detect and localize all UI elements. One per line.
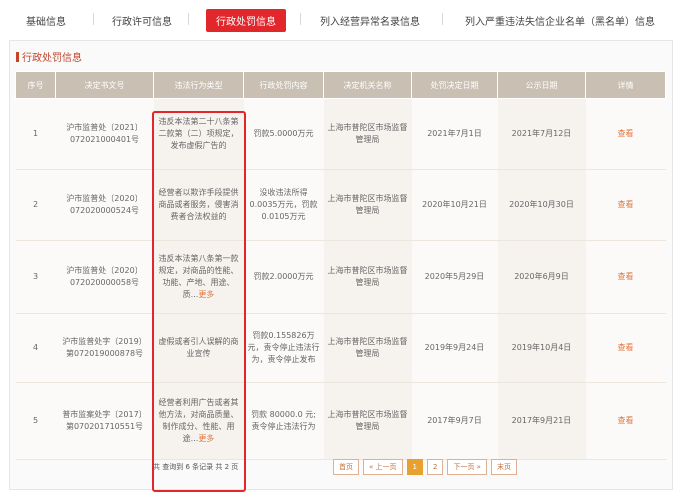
cell-detail: 查看 [585, 98, 666, 170]
cell-authority: 上海市普陀区市场监督管理局 [323, 313, 412, 383]
detail-link[interactable]: 查看 [618, 416, 634, 425]
cell-detail: 查看 [585, 313, 666, 383]
header-detail: 详情 [585, 71, 666, 99]
last-page-button[interactable]: 末页 [490, 459, 517, 475]
header-doc-number: 决定书文号 [55, 71, 154, 99]
header-violation-type: 违法行为类型 [153, 71, 244, 99]
next-page-button[interactable]: 下一页 » [447, 459, 487, 475]
table-row: 3 沪市监普处〔2020〕072020000058号 违反本法第八条第一款规定，… [15, 240, 666, 314]
cell-decision-date: 2019年9月24日 [411, 313, 498, 383]
tab-license-info[interactable]: 行政许可信息 [112, 13, 172, 28]
penalty-panel: 行政处罚信息 序号 决定书文号 违法行为类型 行政处罚内容 决定机关名称 处罚决… [9, 40, 673, 492]
cell-doc-number: 沪市监普处〔2020〕072020000058号 [55, 240, 154, 314]
pager: 首页 « 上一页 1 2 下一页 » 末页 [333, 459, 517, 475]
cell-decision-date: 2020年5月29日 [411, 240, 498, 314]
cell-no: 4 [15, 313, 56, 383]
more-link[interactable]: 更多 [198, 290, 214, 299]
table-row: 4 沪市监普处字（2019）第072019000878号 虚假或者引人误解的商业… [15, 313, 666, 383]
tab-basic-info[interactable]: 基础信息 [26, 13, 66, 28]
cell-decision-date: 2017年9月7日 [411, 382, 498, 460]
cell-doc-number: 沪市监普处〔2021〕072021000401号 [55, 98, 154, 170]
detail-link[interactable]: 查看 [618, 129, 634, 138]
detail-link[interactable]: 查看 [618, 343, 634, 352]
section-title-text: 行政处罚信息 [22, 53, 82, 64]
cell-doc-number: 沪市监普处字（2019）第072019000878号 [55, 313, 154, 383]
tab-abnormal-list[interactable]: 列入经营异常名录信息 [320, 13, 420, 28]
violation-text: 虚假或者引人误解的商业宣传 [158, 337, 239, 358]
cell-authority: 上海市普陀区市场监督管理局 [323, 240, 412, 314]
detail-link[interactable]: 查看 [618, 200, 634, 209]
cell-penalty: 罚款2.0000万元 [243, 240, 324, 314]
tab-divider [93, 13, 94, 25]
tab-blacklist[interactable]: 列入严重违法失信企业名单（黑名单）信息 [465, 13, 655, 28]
section-title: 行政处罚信息 [16, 49, 82, 64]
cell-publish-date: 2021年7月12日 [497, 98, 586, 170]
cell-decision-date: 2020年10月21日 [411, 169, 498, 241]
cell-doc-number: 沪市监普处〔2020〕072020000524号 [55, 169, 154, 241]
prev-page-button[interactable]: « 上一页 [363, 459, 403, 475]
tab-divider [188, 13, 189, 25]
cell-publish-date: 2020年6月9日 [497, 240, 586, 314]
header-no: 序号 [15, 71, 56, 99]
pagination-bar: 共 查询到 6 条记录 共 2 页 首页 « 上一页 1 2 下一页 » 末页 [15, 449, 665, 483]
cell-publish-date: 2020年10月30日 [497, 169, 586, 241]
header-decision-date: 处罚决定日期 [411, 71, 498, 99]
cell-authority: 上海市普陀区市场监督管理局 [323, 169, 412, 241]
tab-penalty-info[interactable]: 行政处罚信息 [206, 9, 286, 32]
page-2-button[interactable]: 2 [426, 459, 444, 475]
record-summary: 共 查询到 6 条记录 共 2 页 [153, 463, 239, 471]
cell-publish-date: 2017年9月21日 [497, 382, 586, 460]
violation-text: 违反本法第二十八条第二款第（二）项规定，发布虚假广告的 [158, 117, 239, 150]
table-row: 5 普市监案处字〔2017〕第070201710551号 经营者利用广告或者其他… [15, 382, 666, 460]
tab-divider [442, 13, 443, 25]
cell-detail: 查看 [585, 169, 666, 241]
header-authority: 决定机关名称 [323, 71, 412, 99]
cell-authority: 上海市普陀区市场监督管理局 [323, 98, 412, 170]
cell-penalty: 罚款0.155826万元，责令停止违法行为，责令停止发布 [243, 313, 324, 383]
penalty-table: 序号 决定书文号 违法行为类型 行政处罚内容 决定机关名称 处罚决定日期 公示日… [15, 71, 666, 460]
tab-divider [300, 13, 301, 25]
cell-penalty: 罚款 80000.0 元;责令停止违法行为 [243, 382, 324, 460]
cell-violation: 虚假或者引人误解的商业宣传 [153, 313, 244, 383]
cell-authority: 上海市普陀区市场监督管理局 [323, 382, 412, 460]
tab-bar: 基础信息 行政许可信息 行政处罚信息 列入经营异常名录信息 列入严重违法失信企业… [0, 0, 681, 38]
detail-link[interactable]: 查看 [618, 272, 634, 281]
cell-no: 3 [15, 240, 56, 314]
cell-no: 2 [15, 169, 56, 241]
cell-violation: 经营者利用广告或者其他方法，对商品质量、制作成分、性能、用途...更多 [153, 382, 244, 460]
cell-detail: 查看 [585, 240, 666, 314]
cell-no: 1 [15, 98, 56, 170]
violation-text: 经营者以欺诈手段提供商品或者服务，侵害消费者合法权益的 [158, 188, 239, 221]
cell-no: 5 [15, 382, 56, 460]
cell-detail: 查看 [585, 382, 666, 460]
cell-penalty: 没收违法所得0.0035万元，罚款0.0105万元 [243, 169, 324, 241]
cell-publish-date: 2019年10月4日 [497, 313, 586, 383]
header-penalty-content: 行政处罚内容 [243, 71, 324, 99]
table-row: 1 沪市监普处〔2021〕072021000401号 违反本法第二十八条第二款第… [15, 98, 666, 170]
cell-doc-number: 普市监案处字〔2017〕第070201710551号 [55, 382, 154, 460]
cell-violation: 经营者以欺诈手段提供商品或者服务，侵害消费者合法权益的 [153, 169, 244, 241]
page-1-button[interactable]: 1 [406, 459, 423, 475]
more-link[interactable]: 更多 [198, 434, 214, 443]
table-row: 2 沪市监普处〔2020〕072020000524号 经营者以欺诈手段提供商品或… [15, 169, 666, 241]
section-marker [16, 51, 19, 62]
header-publish-date: 公示日期 [497, 71, 586, 99]
first-page-button[interactable]: 首页 [333, 459, 359, 475]
cell-violation: 违反本法第八条第一款规定，对商品的性能、功能、产地、用途、质...更多 [153, 240, 244, 314]
cell-decision-date: 2021年7月1日 [411, 98, 498, 170]
table-header-row: 序号 决定书文号 违法行为类型 行政处罚内容 决定机关名称 处罚决定日期 公示日… [15, 71, 666, 99]
cell-violation: 违反本法第二十八条第二款第（二）项规定，发布虚假广告的 [153, 98, 244, 170]
cell-penalty: 罚款5.0000万元 [243, 98, 324, 170]
